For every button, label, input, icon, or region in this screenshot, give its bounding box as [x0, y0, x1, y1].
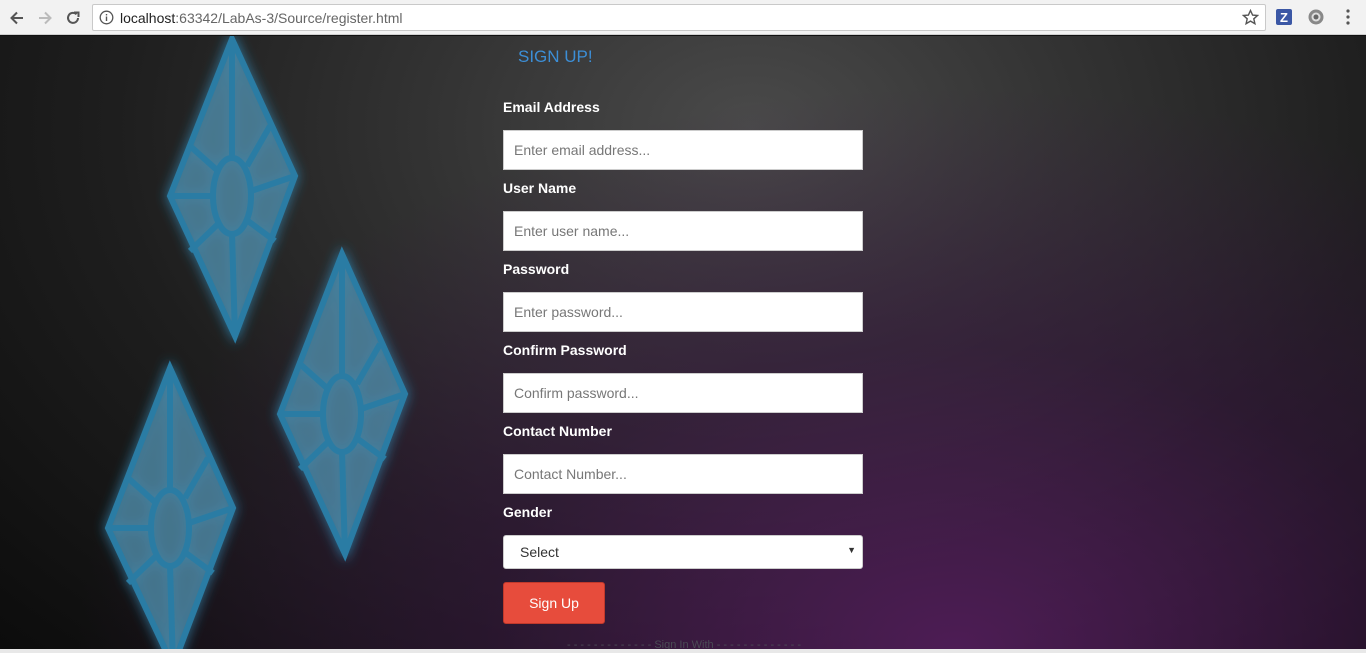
page-background: SIGN UP! Email Address User Name Passwor… — [0, 36, 1366, 649]
sign-in-with-divider: - - - - - - - - - - - - - Sign In With -… — [566, 639, 801, 649]
password-label: Password — [503, 261, 570, 277]
caret-down-icon: ▼ — [847, 545, 856, 555]
window-bottom-edge — [0, 649, 1366, 653]
sign-up-button[interactable]: Sign Up — [503, 582, 605, 624]
gender-label: Gender — [503, 504, 553, 520]
back-arrow-icon[interactable] — [5, 6, 29, 30]
address-bar[interactable]: localhost:63342/LabAs-3/Source/register.… — [92, 4, 1266, 31]
forward-arrow-icon[interactable] — [33, 6, 57, 30]
decorative-gem-icons — [104, 36, 409, 649]
email-field[interactable] — [503, 130, 863, 170]
reload-icon[interactable] — [61, 6, 85, 30]
password-field[interactable] — [503, 292, 863, 332]
contact-number-label: Contact Number — [503, 423, 612, 439]
kebab-menu-icon[interactable] — [1340, 8, 1356, 26]
info-icon[interactable] — [99, 10, 114, 25]
confirm-password-field[interactable] — [503, 373, 863, 413]
signup-title: SIGN UP! — [518, 47, 593, 66]
confirm-password-label: Confirm Password — [503, 342, 627, 358]
username-field[interactable] — [503, 211, 863, 251]
browser-toolbar: localhost:63342/LabAs-3/Source/register.… — [0, 0, 1366, 35]
gender-selected-value: Select — [520, 544, 559, 560]
email-label: Email Address — [503, 99, 600, 115]
extension-globe-icon[interactable] — [1307, 8, 1325, 26]
extension-z-icon[interactable]: Z — [1276, 9, 1292, 25]
contact-number-field[interactable] — [503, 454, 863, 494]
gender-select[interactable]: Select ▼ — [503, 535, 863, 569]
star-icon[interactable] — [1242, 9, 1259, 26]
username-label: User Name — [503, 180, 577, 196]
url-text: localhost:63342/LabAs-3/Source/register.… — [120, 10, 403, 26]
